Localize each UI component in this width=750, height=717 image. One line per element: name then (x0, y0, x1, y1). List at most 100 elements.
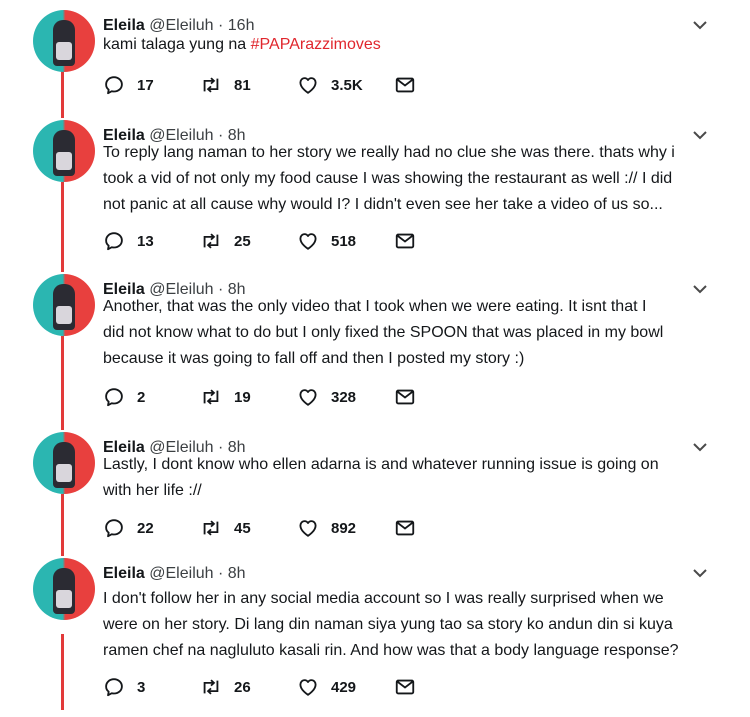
tweet-text-line: took a vid of not only my food cause I w… (103, 170, 673, 187)
replies-count: 17 (137, 76, 154, 94)
likes-count: 328 (331, 388, 357, 406)
retweets-count: 45 (234, 519, 251, 537)
likes-count: 429 (331, 678, 357, 696)
mail-icon (394, 230, 416, 252)
like-button[interactable]: 892 (297, 517, 356, 539)
retweet-icon (200, 517, 222, 539)
chevron-down-icon (692, 19, 708, 31)
retweets-count: 81 (234, 76, 251, 94)
direct-message-button[interactable] (394, 230, 416, 252)
thread-connector-line (61, 182, 64, 272)
tweet-text-line: I don't follow her in any social media a… (103, 590, 664, 607)
heart-icon (297, 74, 319, 96)
tweet-text-segment: kami talaga yung na (103, 36, 251, 53)
heart-icon (297, 386, 319, 408)
tweet-menu-button[interactable] (692, 128, 708, 140)
reply-button[interactable]: 2 (103, 386, 145, 408)
chevron-down-icon (692, 567, 708, 579)
tweet-menu-button[interactable] (692, 440, 708, 452)
mail-icon (394, 517, 416, 539)
avatar[interactable] (33, 120, 95, 182)
heart-icon (297, 230, 319, 252)
retweet-button[interactable]: 25 (200, 230, 251, 252)
like-button[interactable]: 518 (297, 230, 356, 252)
tweet-text: I don't follow her in any social media a… (103, 586, 723, 664)
retweet-icon (200, 676, 222, 698)
tweet-menu-button[interactable] (692, 566, 708, 578)
avatar[interactable] (33, 10, 95, 72)
tweet-text-line: To reply lang naman to her story we real… (103, 144, 675, 161)
likes-count: 518 (331, 232, 357, 250)
direct-message-button[interactable] (394, 517, 416, 539)
avatar-photo-figure (53, 442, 75, 488)
retweet-icon (200, 386, 222, 408)
display-name[interactable]: Eleila (103, 565, 145, 582)
replies-count: 2 (137, 388, 146, 406)
reply-button[interactable]: 22 (103, 517, 154, 539)
mail-icon (394, 386, 416, 408)
tweet-text-line: ramen chef na nagluluto kasali rin. And … (103, 642, 679, 659)
reply-button[interactable]: 3 (103, 676, 145, 698)
reply-icon (103, 386, 125, 408)
direct-message-button[interactable] (394, 74, 416, 96)
retweet-icon (200, 230, 222, 252)
retweet-button[interactable]: 81 (200, 74, 251, 96)
tweet-header: Eleila @Eleiluh · 8h (103, 564, 246, 584)
tweet-text-line: with her life :// (103, 482, 202, 499)
like-button[interactable]: 429 (297, 676, 356, 698)
tweet-menu-button[interactable] (692, 18, 708, 30)
tweet-menu-button[interactable] (692, 282, 708, 294)
avatar-photo-figure (53, 130, 75, 176)
avatar-photo-figure (53, 568, 75, 614)
avatar-photo-figure (53, 20, 75, 66)
tweet-text-line: not panic at all cause why would I? I di… (103, 196, 663, 213)
heart-icon (297, 676, 319, 698)
avatar[interactable] (33, 558, 95, 620)
retweet-button[interactable]: 45 (200, 517, 251, 539)
tweet-text-line: because it was going to fall off and the… (103, 350, 525, 367)
reply-icon (103, 74, 125, 96)
likes-count: 3.5K (331, 76, 363, 94)
retweets-count: 25 (234, 232, 251, 250)
tweet-text: Another, that was the only video that I … (103, 294, 723, 372)
replies-count: 13 (137, 232, 154, 250)
tweet-text-line: Lastly, I dont know who ellen adarna is … (103, 456, 659, 473)
retweet-button[interactable]: 26 (200, 676, 251, 698)
heart-icon (297, 517, 319, 539)
like-button[interactable]: 3.5K (297, 74, 363, 96)
thread-connector-line (61, 70, 64, 118)
direct-message-button[interactable] (394, 386, 416, 408)
reply-icon (103, 517, 125, 539)
tweet-text-line: were on her story. Di lang din naman siy… (103, 616, 673, 633)
replies-count: 3 (137, 678, 146, 696)
reply-icon (103, 230, 125, 252)
retweets-count: 26 (234, 678, 251, 696)
reply-button[interactable]: 17 (103, 74, 154, 96)
direct-message-button[interactable] (394, 676, 416, 698)
tweet-text-line: did not know what to do but I only fixed… (103, 324, 664, 341)
tweet-text-line: Another, that was the only video that I … (103, 298, 647, 315)
tweet-text: kami talaga yung na #PAPArazzimoves (103, 32, 723, 58)
tweet-text-line: kami talaga yung na #PAPArazzimoves (103, 32, 723, 58)
likes-count: 892 (331, 519, 357, 537)
tweet-text: To reply lang naman to her story we real… (103, 140, 723, 218)
retweet-icon (200, 74, 222, 96)
thread-connector-line (61, 336, 64, 430)
avatar[interactable] (33, 432, 95, 494)
like-button[interactable]: 328 (297, 386, 356, 408)
avatar-photo-figure (53, 284, 75, 330)
thread-connector-line (61, 634, 64, 710)
replies-count: 22 (137, 519, 154, 537)
thread-connector-line (61, 494, 64, 556)
tweet-text: Lastly, I dont know who ellen adarna is … (103, 452, 723, 504)
hashtag-link[interactable]: #PAPArazzimoves (251, 36, 381, 53)
mail-icon (394, 676, 416, 698)
reply-button[interactable]: 13 (103, 230, 154, 252)
reply-icon (103, 676, 125, 698)
retweet-button[interactable]: 19 (200, 386, 251, 408)
mail-icon (394, 74, 416, 96)
user-handle[interactable]: @Eleiluh (149, 565, 213, 582)
timestamp[interactable]: · 8h (218, 565, 246, 582)
retweets-count: 19 (234, 388, 251, 406)
avatar[interactable] (33, 274, 95, 336)
